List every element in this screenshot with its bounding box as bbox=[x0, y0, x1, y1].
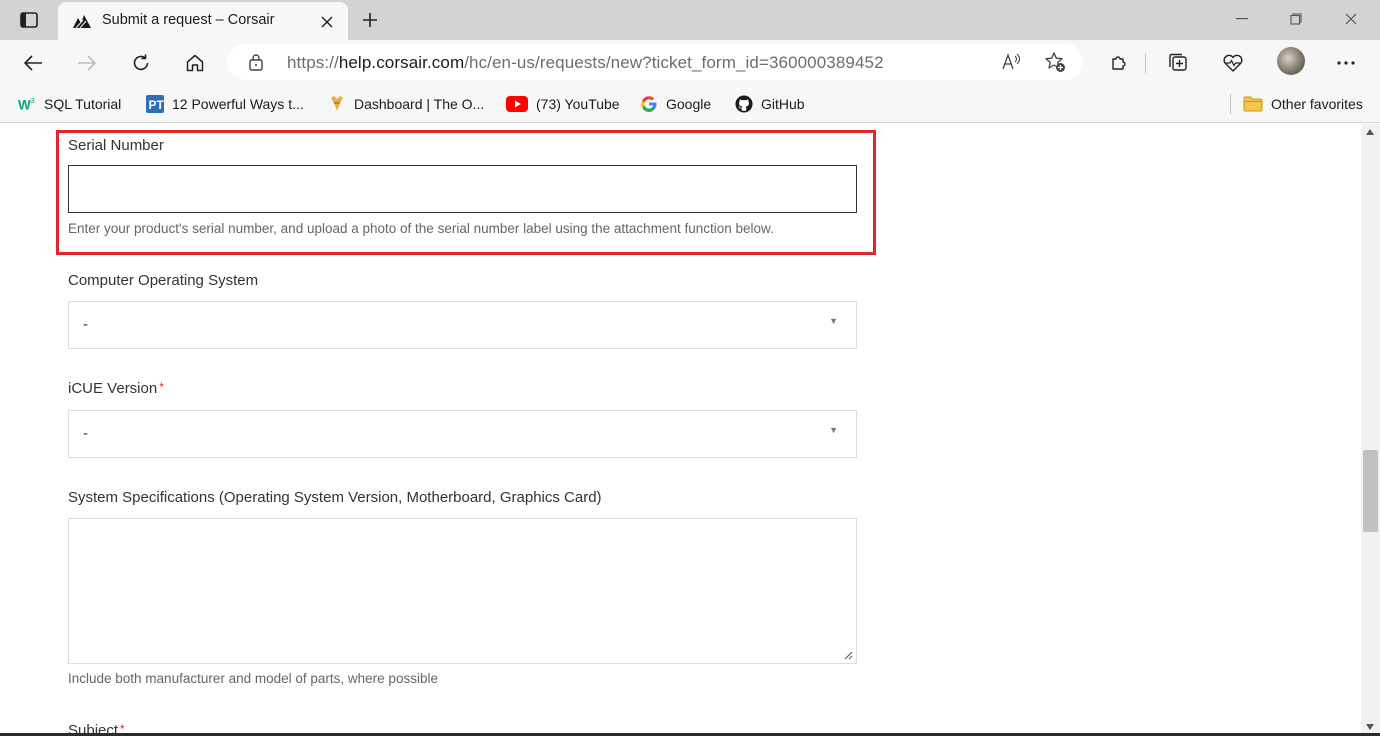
url-text[interactable]: https://help.corsair.com/hc/en-us/reques… bbox=[287, 53, 884, 73]
minimize-icon bbox=[1236, 18, 1248, 20]
read-aloud-button[interactable] bbox=[999, 50, 1025, 74]
favorite-github[interactable]: GitHub bbox=[735, 93, 805, 115]
more-dots-icon bbox=[1337, 61, 1355, 65]
read-aloud-icon bbox=[1002, 53, 1021, 70]
favorite-google[interactable]: Google bbox=[640, 93, 711, 115]
page-scrollbar[interactable] bbox=[1361, 124, 1380, 736]
back-button[interactable] bbox=[16, 47, 50, 79]
tab-strip: Submit a request – Corsair bbox=[0, 0, 1380, 40]
other-favorites-folder[interactable]: Other favorites bbox=[1243, 93, 1363, 115]
youtube-icon bbox=[506, 95, 528, 113]
minimize-button[interactable] bbox=[1222, 4, 1262, 34]
new-tab-button[interactable] bbox=[356, 6, 384, 34]
scroll-up-arrow-icon[interactable] bbox=[1366, 129, 1374, 135]
toolbar-separator bbox=[1145, 53, 1146, 73]
star-add-icon bbox=[1045, 52, 1065, 72]
operating-system-select[interactable]: - ▼ bbox=[68, 301, 857, 349]
tab-actions-icon bbox=[20, 12, 38, 28]
add-favorite-button[interactable] bbox=[1042, 50, 1068, 74]
system-specifications-hint: Include both manufacturer and model of p… bbox=[68, 671, 438, 686]
profile-avatar[interactable] bbox=[1277, 47, 1305, 75]
restore-button[interactable] bbox=[1276, 4, 1316, 34]
operating-system-value: - bbox=[83, 316, 88, 333]
arrow-left-icon bbox=[23, 55, 42, 71]
system-specifications-textarea[interactable] bbox=[68, 518, 857, 664]
scroll-down-arrow-icon[interactable] bbox=[1366, 724, 1374, 730]
scrollbar-thumb[interactable] bbox=[1363, 450, 1378, 532]
refresh-icon bbox=[133, 54, 149, 71]
favorite-sql-tutorial[interactable]: W3 SQL Tutorial bbox=[18, 93, 121, 115]
close-window-icon bbox=[1345, 13, 1357, 25]
plus-icon bbox=[363, 13, 377, 27]
odin-icon bbox=[328, 95, 346, 113]
icue-version-label: iCUE Version * bbox=[68, 380, 164, 397]
google-icon bbox=[640, 95, 658, 113]
favorite-powerful-ways[interactable]: PT 12 Powerful Ways t... bbox=[146, 93, 304, 115]
arrow-right-icon bbox=[78, 55, 97, 71]
lock-icon[interactable] bbox=[247, 53, 265, 71]
serial-number-hint: Enter your product's serial number, and … bbox=[68, 221, 774, 236]
dropdown-arrow-icon: ▼ bbox=[829, 425, 838, 435]
favorite-youtube[interactable]: (73) YouTube bbox=[506, 93, 620, 115]
operating-system-label: Computer Operating System bbox=[68, 272, 259, 289]
tab-close-button[interactable] bbox=[316, 11, 338, 33]
folder-icon bbox=[1243, 95, 1263, 113]
page-viewport: Serial Number Enter your product's seria… bbox=[0, 124, 1380, 736]
refresh-button[interactable] bbox=[124, 47, 158, 79]
favorite-dashboard-odin[interactable]: Dashboard | The O... bbox=[328, 93, 484, 115]
serial-number-input[interactable] bbox=[68, 165, 857, 213]
pt-icon: PT bbox=[146, 95, 164, 113]
home-icon bbox=[186, 54, 204, 72]
svg-text:W: W bbox=[18, 97, 31, 112]
address-bar[interactable]: https://help.corsair.com/hc/en-us/reques… bbox=[227, 44, 1083, 80]
puzzle-icon bbox=[1112, 56, 1126, 70]
icue-version-select[interactable]: - ▼ bbox=[68, 410, 857, 458]
restore-icon bbox=[1290, 13, 1302, 25]
collections-icon bbox=[1169, 53, 1187, 71]
favorites-separator bbox=[1230, 94, 1231, 114]
home-button[interactable] bbox=[178, 47, 212, 79]
svg-text:3: 3 bbox=[31, 96, 35, 105]
required-asterisk: * bbox=[159, 380, 164, 394]
tab-title: Submit a request – Corsair bbox=[102, 12, 275, 28]
extensions-button[interactable] bbox=[1102, 47, 1136, 79]
browser-toolbar: https://help.corsair.com/hc/en-us/reques… bbox=[0, 40, 1380, 85]
dropdown-arrow-icon: ▼ bbox=[829, 316, 838, 326]
active-tab[interactable]: Submit a request – Corsair bbox=[58, 2, 348, 40]
settings-menu-button[interactable] bbox=[1329, 47, 1363, 79]
w3schools-icon: W3 bbox=[18, 95, 36, 113]
icue-version-value: - bbox=[83, 425, 88, 442]
svg-text:PT: PT bbox=[149, 98, 165, 112]
close-icon bbox=[321, 16, 333, 28]
corsair-logo-icon bbox=[73, 15, 91, 29]
favorites-bar: W3 SQL Tutorial PT 12 Powerful Ways t...… bbox=[0, 85, 1380, 123]
heart-pulse-icon bbox=[1223, 54, 1243, 72]
github-icon bbox=[735, 95, 753, 113]
serial-number-label: Serial Number bbox=[68, 137, 164, 154]
forward-button[interactable] bbox=[70, 47, 104, 79]
close-window-button[interactable] bbox=[1331, 4, 1371, 34]
collections-button[interactable] bbox=[1162, 47, 1196, 79]
system-specifications-label: System Specifications (Operating System … bbox=[68, 489, 602, 506]
resize-handle-icon[interactable] bbox=[843, 650, 853, 660]
tab-actions-button[interactable] bbox=[8, 6, 50, 34]
browser-essentials-button[interactable] bbox=[1216, 47, 1250, 79]
